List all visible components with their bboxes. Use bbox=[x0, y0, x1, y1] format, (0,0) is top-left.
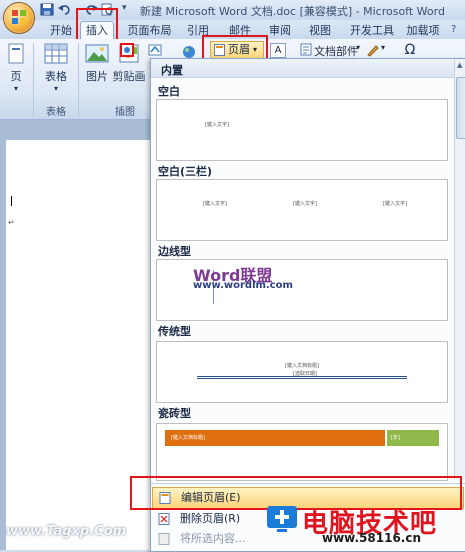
undo-icon[interactable] bbox=[58, 3, 72, 16]
placeholder-text: [键入文字] bbox=[203, 201, 227, 207]
save-icon[interactable] bbox=[40, 3, 54, 16]
shapes-icon[interactable] bbox=[120, 43, 134, 57]
tab-mailings[interactable]: 邮件 bbox=[228, 23, 252, 38]
page-icon bbox=[8, 43, 24, 64]
section-title-sideline: 边线型 bbox=[158, 245, 191, 258]
header-option-blank[interactable]: [键入文字] bbox=[156, 99, 448, 161]
document-page[interactable]: ↵ bbox=[6, 140, 156, 550]
tab-references[interactable]: 引用 bbox=[186, 23, 210, 38]
paragraph-mark-icon: ↵ bbox=[8, 218, 15, 227]
chevron-down-icon: ▾ bbox=[53, 84, 58, 93]
scroll-thumb[interactable] bbox=[456, 77, 465, 139]
section-title-blank-3col: 空白(三栏) bbox=[158, 165, 213, 178]
section-title-traditional: 传统型 bbox=[158, 325, 191, 338]
print-preview-icon[interactable] bbox=[100, 3, 114, 16]
tab-view[interactable]: 视图 bbox=[308, 23, 332, 38]
header-option-blank-3col[interactable]: [键入文字] [键入文字] [键入文字] bbox=[156, 179, 448, 241]
symbol-icon[interactable]: Ω bbox=[398, 42, 422, 58]
header-option-tile[interactable]: [键入文档标题] [年] bbox=[156, 423, 448, 481]
textbox-icon[interactable]: A bbox=[270, 43, 286, 58]
tab-addins[interactable]: 加载项 bbox=[404, 23, 442, 38]
docparts-icon bbox=[300, 43, 312, 56]
section-title-blank: 空白 bbox=[158, 85, 180, 98]
section-title-tile: 瓷砖型 bbox=[158, 407, 191, 420]
docparts-button[interactable]: 文档部件 bbox=[314, 43, 358, 59]
chevron-down-icon: ▾ bbox=[356, 43, 361, 52]
group-label-table: 表格 bbox=[46, 107, 66, 118]
office-button[interactable] bbox=[3, 2, 35, 34]
watermark-left: www.Tagxp.Com bbox=[6, 524, 127, 539]
scroll-up-icon[interactable]: ▲ bbox=[457, 61, 462, 69]
chevron-down-icon: ▾ bbox=[381, 43, 386, 52]
watermark-logo-icon bbox=[267, 506, 297, 532]
signature-icon[interactable] bbox=[366, 43, 380, 57]
gallery-header-label: 内置 bbox=[161, 64, 183, 77]
chevron-down-icon: ▾ bbox=[253, 45, 258, 54]
header-gallery: 内置 ▲ 空白 [键入文字] 空白(三栏) [键入文字] [键入文字] [键入文… bbox=[150, 58, 465, 552]
qat-customize-icon[interactable]: ▾ bbox=[122, 3, 127, 13]
header-option-traditional[interactable]: [键入文档标题] [选取日期] bbox=[156, 341, 448, 403]
gallery-scrollbar[interactable]: ▲ bbox=[454, 59, 465, 479]
watermark-right-url: www.58116.cn bbox=[322, 531, 422, 545]
title-bar: ▾ 新建 Microsoft Word 文档.doc [兼容模式] - Micr… bbox=[0, 0, 465, 20]
text-cursor bbox=[11, 196, 12, 206]
picture-button[interactable]: 图片 bbox=[82, 43, 112, 93]
chevron-down-icon: ▾ bbox=[13, 84, 18, 93]
header-icon bbox=[214, 44, 225, 56]
remove-header-icon bbox=[158, 513, 170, 525]
table-button[interactable]: 表格 ▾ bbox=[38, 43, 74, 99]
placeholder-text: [键入文档标题] bbox=[285, 363, 319, 369]
smartart-icon[interactable] bbox=[148, 43, 162, 57]
tab-home[interactable]: 开始 bbox=[46, 23, 76, 38]
tab-developer[interactable]: 开发工具 bbox=[347, 23, 397, 38]
placeholder-text: [键入文字] bbox=[205, 122, 229, 128]
edit-header-icon bbox=[159, 492, 171, 504]
page-button[interactable]: 页 ▾ bbox=[4, 43, 28, 99]
save-selection-icon bbox=[158, 533, 170, 545]
office-logo-icon bbox=[12, 10, 26, 24]
tab-review[interactable]: 审阅 bbox=[268, 23, 292, 38]
placeholder-text: [键入文字] bbox=[383, 201, 407, 207]
group-label-illustrations: 插图 bbox=[115, 107, 135, 118]
ribbon-tabs: 开始 插入 页面布局 引用 邮件 审阅 视图 开发工具 加载项 ? bbox=[0, 20, 465, 40]
table-icon bbox=[44, 43, 68, 64]
tile-year-block: [年] bbox=[387, 430, 439, 446]
window-title: 新建 Microsoft Word 文档.doc [兼容模式] - Micros… bbox=[140, 5, 445, 18]
tab-insert[interactable]: 插入 bbox=[80, 21, 114, 40]
tile-title-block: [键入文档标题] bbox=[165, 430, 385, 446]
picture-icon bbox=[85, 44, 109, 63]
placeholder-text: [键入文字] bbox=[293, 201, 317, 207]
header-option-sideline[interactable]: Word联盟 www.wordlm.com bbox=[156, 259, 448, 321]
header-button[interactable]: 页眉 ▾ bbox=[210, 41, 264, 59]
redo-icon[interactable] bbox=[84, 3, 98, 16]
help-icon[interactable]: ? bbox=[451, 24, 456, 35]
brand-url: www.wordlm.com bbox=[193, 280, 293, 291]
tab-page-layout[interactable]: 页面布局 bbox=[127, 23, 172, 38]
hyperlink-icon[interactable] bbox=[182, 45, 196, 59]
